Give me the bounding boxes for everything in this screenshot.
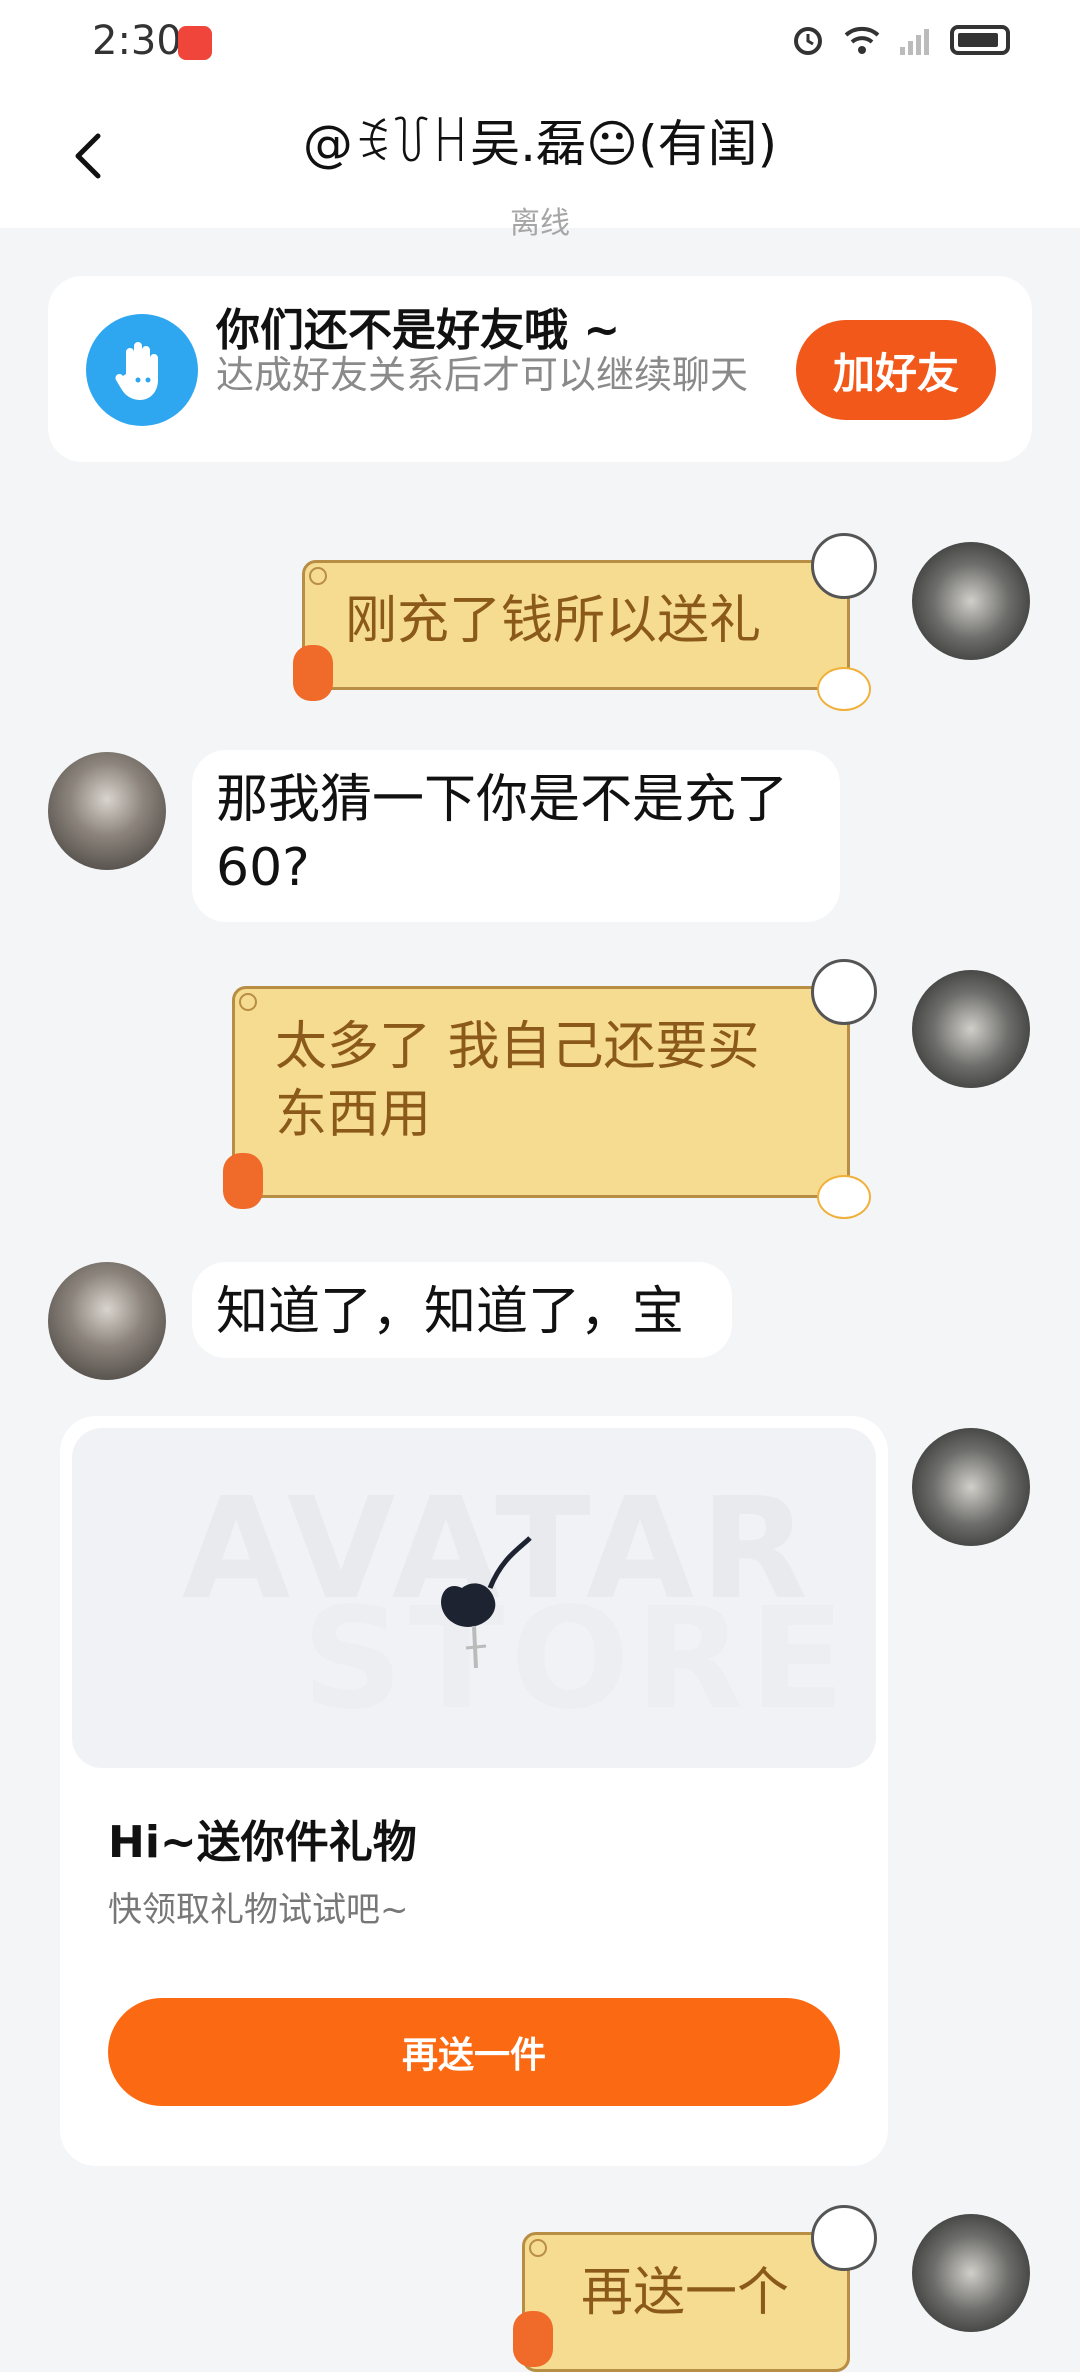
egg-sticker-icon	[817, 667, 871, 711]
battery-icon	[950, 25, 1010, 55]
signal-icon	[900, 29, 929, 55]
contact-avatar[interactable]	[48, 752, 166, 870]
message-bubble-left[interactable]: 那我猜一下你是不是充了60?	[192, 750, 840, 922]
my-avatar[interactable]	[912, 1428, 1030, 1546]
pin-icon	[309, 567, 327, 585]
add-friend-button[interactable]: 加好友	[796, 320, 996, 420]
wifi-icon	[844, 26, 880, 54]
carrot-sticker-icon	[293, 645, 333, 701]
app-notification-icon	[178, 26, 212, 60]
carrot-sticker-icon	[223, 1153, 263, 1209]
gift-card[interactable]: AVATAR STORE Hi~送你件礼物 快领取礼物试试吧~ 再送一件	[60, 1416, 888, 2166]
message-text: 太多了 我自己还要买东西用	[275, 1017, 760, 1145]
cat-sticker-icon	[811, 533, 877, 599]
gift-subtitle: 快领取礼物试试吧~	[108, 1890, 409, 1930]
gift-image: AVATAR STORE	[72, 1428, 876, 1768]
gift-title: Hi~送你件礼物	[108, 1817, 417, 1868]
gift-rose-icon	[441, 1536, 532, 1669]
message-bubble-left[interactable]: 知道了，知道了，宝	[192, 1262, 732, 1358]
pin-icon	[529, 2239, 547, 2257]
cat-sticker-icon	[811, 2205, 877, 2271]
friend-notice-card: 你们还不是好友哦 ~ 达成好友关系后才可以继续聊天 加好友	[48, 276, 1032, 462]
message-bubble-right[interactable]: 再送一个	[513, 2205, 877, 2372]
message-bubble-right[interactable]: 太多了 我自己还要买东西用	[223, 959, 877, 1219]
cat-sticker-icon	[811, 959, 877, 1025]
message-bubble-right[interactable]: 刚充了钱所以送礼	[293, 533, 877, 711]
status-time: 2:30	[92, 18, 182, 64]
chat-header: @ꉂ꒦ꀿ吴.磊😐(有闺) 离线	[0, 86, 1080, 241]
egg-sticker-icon	[817, 1175, 871, 1219]
chat-title: @ꉂ꒦ꀿ吴.磊😐(有闺)	[302, 115, 778, 173]
send-another-gift-button[interactable]: 再送一件	[108, 1998, 840, 2106]
hand-icon	[86, 314, 198, 426]
message-text: 刚充了钱所以送礼	[345, 591, 762, 651]
carrot-sticker-icon	[513, 2311, 553, 2367]
alarm-icon	[794, 27, 822, 55]
contact-avatar[interactable]	[48, 1262, 166, 1380]
my-avatar[interactable]	[912, 2214, 1030, 2332]
message-text: 再送一个	[581, 2263, 790, 2323]
pin-icon	[239, 993, 257, 1011]
my-avatar[interactable]	[912, 970, 1030, 1088]
online-status: 离线	[510, 206, 570, 241]
friend-notice-description: 达成好友关系后才可以继续聊天	[216, 353, 749, 397]
status-bar: 2:30	[0, 0, 1080, 86]
message-text: 那我猜一下你是不是充了60?	[216, 770, 789, 898]
message-text: 知道了，知道了，宝	[216, 1282, 685, 1342]
gift-watermark: STORE	[302, 1578, 851, 1741]
my-avatar[interactable]	[912, 542, 1030, 660]
status-icons	[790, 22, 1010, 58]
